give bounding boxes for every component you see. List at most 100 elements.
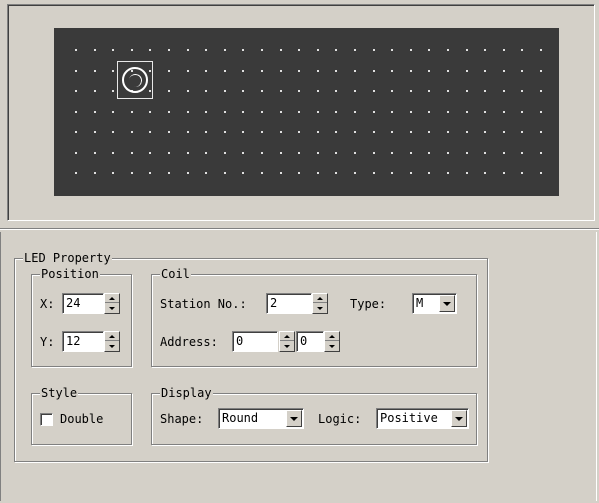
grid-dot (540, 69, 542, 72)
spin-up-icon[interactable] (280, 332, 294, 341)
grid-dot (465, 131, 468, 133)
grid-dot (409, 172, 412, 174)
spin-up-icon[interactable] (105, 294, 119, 303)
double-checkbox[interactable] (40, 413, 53, 426)
address-spinner[interactable] (279, 331, 295, 352)
x-input[interactable]: 24 (62, 293, 104, 314)
type-select[interactable]: M (412, 293, 457, 314)
grid-dot (521, 110, 524, 113)
led-selection-box[interactable] (117, 61, 153, 99)
grid-dot (335, 151, 338, 154)
grid-dot (168, 131, 170, 133)
grid-dot (149, 151, 152, 154)
grid-dot (112, 172, 115, 174)
grid-dot (316, 49, 319, 51)
grid-dot (75, 69, 77, 72)
grid-dot (409, 110, 412, 113)
grid-dot (130, 151, 133, 154)
grid-dot (447, 49, 449, 51)
address-bit-spinner[interactable] (324, 331, 340, 352)
grid-dot (409, 49, 412, 51)
grid-dot (93, 172, 96, 174)
grid-dot (447, 110, 449, 113)
grid-dot (168, 69, 170, 72)
grid-dot (484, 151, 487, 154)
grid-dot (298, 172, 301, 174)
grid-dot (428, 90, 431, 92)
grid-dot (130, 49, 133, 51)
grid-dot (261, 49, 263, 51)
address-bit-input[interactable]: 0 (296, 331, 324, 352)
spin-down-icon[interactable] (325, 342, 339, 351)
spin-down-icon[interactable] (313, 304, 327, 313)
grid-dot (112, 131, 115, 133)
grid-dot (335, 131, 338, 133)
shape-value: Round (222, 411, 259, 425)
grid-dot (428, 151, 431, 154)
spin-down-icon[interactable] (105, 342, 119, 351)
dropdown-arrow-icon[interactable] (286, 410, 302, 427)
grid-dot (447, 151, 449, 154)
grid-dot (372, 110, 375, 113)
shape-select[interactable]: Round (218, 408, 304, 429)
grid-dot (242, 151, 245, 154)
y-input[interactable]: 12 (62, 331, 104, 352)
grid-dot (354, 90, 356, 92)
logic-value: Positive (380, 411, 438, 425)
grid-dot (205, 151, 208, 154)
grid-dot (279, 49, 282, 51)
grid-dot (112, 69, 115, 72)
double-label[interactable]: Double (60, 412, 103, 426)
spin-up-icon[interactable] (325, 332, 339, 341)
logic-select[interactable]: Positive (376, 408, 469, 429)
grid-dot (75, 172, 77, 174)
dropdown-arrow-icon[interactable] (451, 410, 467, 427)
grid-dot (149, 110, 152, 113)
grid-dot (149, 131, 152, 133)
grid-dot (372, 151, 375, 154)
grid-dot (186, 131, 189, 133)
grid-dot (540, 90, 542, 92)
shape-label: Shape: (160, 412, 204, 426)
y-spinner[interactable] (104, 331, 120, 352)
grid-dot (149, 49, 152, 51)
led-canvas[interactable] (54, 28, 559, 196)
grid-dot (391, 110, 394, 113)
grid-dot (391, 90, 394, 92)
grid-dot (261, 172, 263, 174)
spin-down-icon[interactable] (105, 304, 119, 313)
grid-dot (521, 69, 524, 72)
grid-dot (130, 131, 133, 133)
address-input[interactable]: 0 (232, 331, 278, 352)
grid-dot (484, 131, 487, 133)
grid-dot (279, 151, 282, 154)
grid-dot (465, 110, 468, 113)
grid-dot (186, 172, 189, 174)
spin-down-icon[interactable] (280, 342, 294, 351)
grid-dot (521, 49, 524, 51)
station-no-spinner[interactable] (312, 293, 328, 314)
grid-dot (540, 131, 542, 133)
grid-dot (298, 49, 301, 51)
grid-dot (391, 49, 394, 51)
station-no-input[interactable]: 2 (266, 293, 312, 314)
grid-dot (186, 110, 189, 113)
splitter[interactable] (0, 228, 599, 230)
spin-up-icon[interactable] (313, 294, 327, 303)
grid-dot (391, 131, 394, 133)
grid-dot (168, 151, 170, 154)
grid-dot (391, 151, 394, 154)
led-round-icon[interactable] (122, 67, 148, 93)
grid-dot (540, 151, 542, 154)
position-title: Position (40, 267, 100, 281)
grid-dot (372, 49, 375, 51)
dropdown-arrow-icon[interactable] (439, 295, 455, 312)
grid-dot (279, 69, 282, 72)
grid-dot (186, 49, 189, 51)
grid-dot (223, 69, 226, 72)
preview-pane (7, 4, 595, 221)
x-spinner[interactable] (104, 293, 120, 314)
grid-dot (205, 131, 208, 133)
spin-up-icon[interactable] (105, 332, 119, 341)
grid-dot (409, 131, 412, 133)
